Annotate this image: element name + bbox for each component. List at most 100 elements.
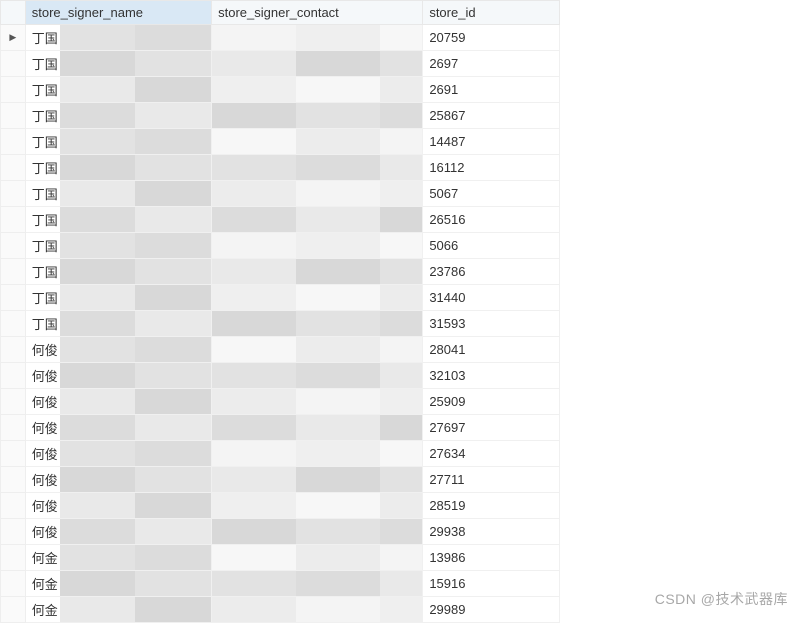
table-row[interactable]: 何俊 25909 <box>1 389 560 415</box>
row-indicator <box>1 51 26 77</box>
cell-store-id[interactable]: 23786 <box>423 259 560 285</box>
table-row[interactable]: 何俊 28041 <box>1 337 560 363</box>
cell-store-id[interactable]: 28519 <box>423 493 560 519</box>
cell-signer-name[interactable]: 何金 <box>25 545 211 571</box>
cell-store-id[interactable]: 27697 <box>423 415 560 441</box>
cell-signer-name[interactable]: 何俊 <box>25 415 211 441</box>
column-header-signer-name[interactable]: store_signer_name <box>25 1 211 25</box>
table-row[interactable]: 何俊 27634 <box>1 441 560 467</box>
cell-signer-contact[interactable] <box>212 493 423 519</box>
table-row[interactable]: 丁国 23786 <box>1 259 560 285</box>
cell-store-id[interactable]: 5066 <box>423 233 560 259</box>
cell-store-id[interactable]: 29989 <box>423 597 560 623</box>
cell-signer-contact[interactable] <box>212 77 423 103</box>
cell-signer-name[interactable]: 丁国 <box>25 129 211 155</box>
cell-signer-contact[interactable] <box>212 181 423 207</box>
table-row[interactable]: 丁国 2691 <box>1 77 560 103</box>
cell-signer-contact[interactable] <box>212 311 423 337</box>
cell-signer-contact[interactable] <box>212 571 423 597</box>
data-grid[interactable]: store_signer_name store_signer_contact s… <box>0 0 560 623</box>
cell-signer-name[interactable]: 丁国 <box>25 233 211 259</box>
cell-store-id[interactable]: 26516 <box>423 207 560 233</box>
cell-signer-name[interactable]: 何俊 <box>25 441 211 467</box>
row-indicator <box>1 311 26 337</box>
cell-store-id[interactable]: 20759 <box>423 25 560 51</box>
cell-store-id[interactable]: 29938 <box>423 519 560 545</box>
cell-signer-contact[interactable] <box>212 25 423 51</box>
cell-signer-name[interactable]: 何俊 <box>25 389 211 415</box>
cell-signer-name[interactable]: 何金 <box>25 571 211 597</box>
table-row[interactable]: 丁国 31593 <box>1 311 560 337</box>
cell-signer-name[interactable]: 何俊 <box>25 493 211 519</box>
cell-signer-contact[interactable] <box>212 545 423 571</box>
cell-signer-name[interactable]: 丁国 <box>25 25 211 51</box>
cell-store-id[interactable]: 16112 <box>423 155 560 181</box>
cell-signer-contact[interactable] <box>212 259 423 285</box>
table-row[interactable]: 何俊 32103 <box>1 363 560 389</box>
cell-signer-contact[interactable] <box>212 233 423 259</box>
cell-signer-contact[interactable] <box>212 207 423 233</box>
table-row[interactable]: 丁国 26516 <box>1 207 560 233</box>
cell-signer-name[interactable]: 何俊 <box>25 467 211 493</box>
cell-signer-contact[interactable] <box>212 285 423 311</box>
table-row[interactable]: 何金 15916 <box>1 571 560 597</box>
cell-store-id[interactable]: 25867 <box>423 103 560 129</box>
cell-signer-contact[interactable] <box>212 363 423 389</box>
cell-store-id[interactable]: 14487 <box>423 129 560 155</box>
cell-signer-contact[interactable] <box>212 103 423 129</box>
cell-signer-contact[interactable] <box>212 337 423 363</box>
column-header-signer-contact[interactable]: store_signer_contact <box>212 1 423 25</box>
cell-store-id[interactable]: 28041 <box>423 337 560 363</box>
table-row[interactable]: 丁国 25867 <box>1 103 560 129</box>
table-row[interactable]: 何金 13986 <box>1 545 560 571</box>
table-row[interactable]: 丁国 5066 <box>1 233 560 259</box>
cell-signer-name[interactable]: 何金 <box>25 597 211 623</box>
cell-store-id[interactable]: 5067 <box>423 181 560 207</box>
cell-signer-contact[interactable] <box>212 51 423 77</box>
cell-store-id[interactable]: 27634 <box>423 441 560 467</box>
cell-signer-contact[interactable] <box>212 597 423 623</box>
table-row[interactable]: ▶丁国20759 <box>1 25 560 51</box>
cell-signer-name[interactable]: 丁国 <box>25 77 211 103</box>
cell-signer-contact[interactable] <box>212 467 423 493</box>
cell-store-id[interactable]: 31593 <box>423 311 560 337</box>
cell-signer-contact[interactable] <box>212 129 423 155</box>
cell-signer-contact[interactable] <box>212 441 423 467</box>
table-row[interactable]: 丁国 5067 <box>1 181 560 207</box>
cell-signer-name[interactable]: 丁国 <box>25 51 211 77</box>
cell-signer-contact[interactable] <box>212 415 423 441</box>
cell-store-id[interactable]: 32103 <box>423 363 560 389</box>
cell-store-id[interactable]: 27711 <box>423 467 560 493</box>
table-row[interactable]: 何俊 28519 <box>1 493 560 519</box>
cell-signer-name[interactable]: 丁国 <box>25 285 211 311</box>
cell-signer-contact[interactable] <box>212 389 423 415</box>
cell-signer-name[interactable]: 丁国 <box>25 259 211 285</box>
cell-signer-contact[interactable] <box>212 519 423 545</box>
table-row[interactable]: 何俊 27711 <box>1 467 560 493</box>
cell-signer-name[interactable]: 何俊 <box>25 337 211 363</box>
cell-signer-name[interactable]: 何俊 <box>25 363 211 389</box>
cell-signer-name[interactable]: 丁国 <box>25 155 211 181</box>
cell-store-id[interactable]: 2697 <box>423 51 560 77</box>
cell-store-id[interactable]: 15916 <box>423 571 560 597</box>
row-indicator <box>1 181 26 207</box>
cell-store-id[interactable]: 13986 <box>423 545 560 571</box>
table-row[interactable]: 何俊 27697 <box>1 415 560 441</box>
table-row[interactable]: 丁国 2697 <box>1 51 560 77</box>
cell-signer-name[interactable]: 丁国 <box>25 181 211 207</box>
table-row[interactable]: 丁国 31440 <box>1 285 560 311</box>
cell-store-id[interactable]: 2691 <box>423 77 560 103</box>
cell-signer-name[interactable]: 丁国 <box>25 207 211 233</box>
table-row[interactable]: 丁国 16112 <box>1 155 560 181</box>
cell-store-id[interactable]: 25909 <box>423 389 560 415</box>
cell-signer-name[interactable]: 丁国 <box>25 103 211 129</box>
cell-signer-name[interactable]: 丁国 <box>25 311 211 337</box>
table-row[interactable]: 何俊 29938 <box>1 519 560 545</box>
row-indicator <box>1 519 26 545</box>
cell-signer-name[interactable]: 何俊 <box>25 519 211 545</box>
cell-store-id[interactable]: 31440 <box>423 285 560 311</box>
cell-signer-contact[interactable] <box>212 155 423 181</box>
table-row[interactable]: 何金 29989 <box>1 597 560 623</box>
column-header-store-id[interactable]: store_id <box>423 1 560 25</box>
table-row[interactable]: 丁国 14487 <box>1 129 560 155</box>
